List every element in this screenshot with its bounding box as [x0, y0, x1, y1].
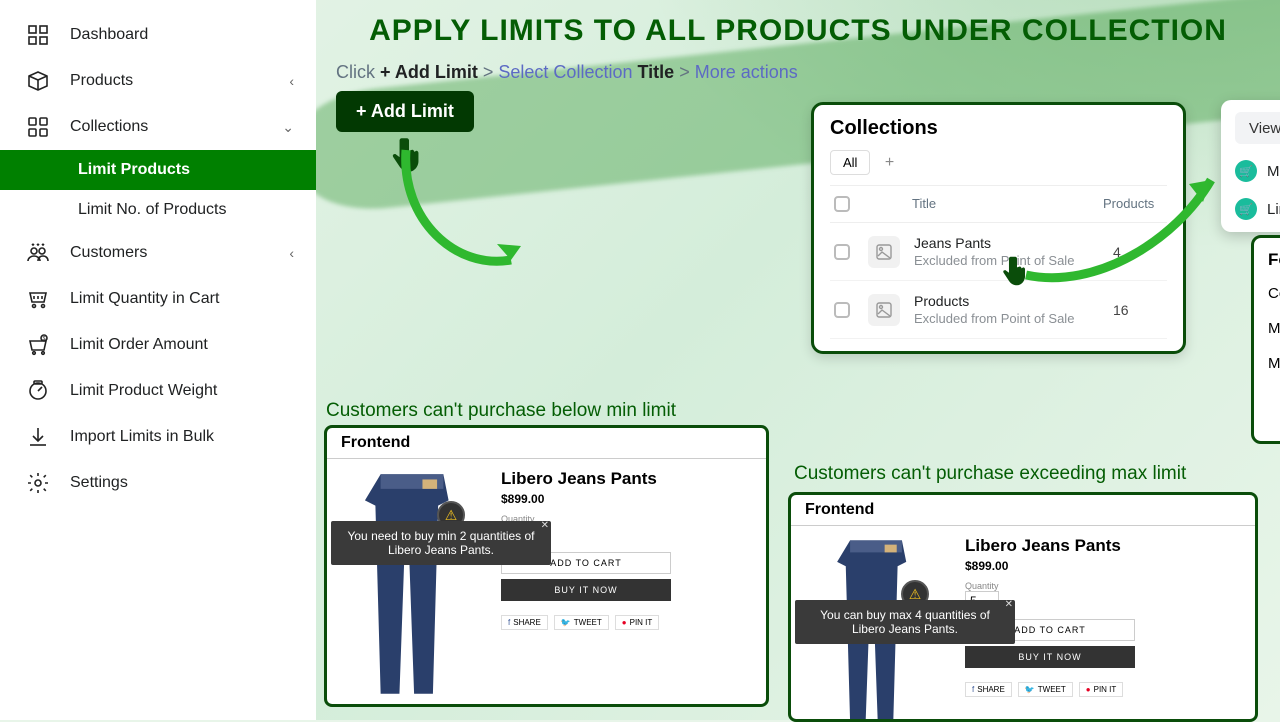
download-icon — [22, 425, 54, 449]
row-name: Jeans Pants — [914, 235, 1113, 251]
table-row[interactable]: Products Excluded from Point of Sale 16 — [830, 281, 1167, 339]
column-title: Title — [912, 196, 1103, 212]
row-sub: Excluded from Point of Sale — [914, 311, 1113, 326]
sidebar-item-import[interactable]: Import Limits in Bulk — [0, 414, 316, 460]
share-button[interactable]: fSHARE — [501, 615, 548, 630]
add-limit-button[interactable]: + Add Limit — [336, 91, 474, 132]
sidebar-item-label: Import Limits in Bulk — [70, 428, 214, 446]
panel-title: Collections — [830, 117, 1167, 140]
frontend-panel-min: Frontend You need to buy min 2 quantitie… — [324, 425, 769, 707]
sidebar-item-label: Customers — [70, 244, 147, 262]
tweet-button[interactable]: 🐦TWEET — [1018, 682, 1073, 697]
frontend-panel-max: Frontend You can buy max 4 quantities of… — [788, 492, 1258, 722]
collections-panel: Collections All + Title Products Jeans P… — [811, 102, 1186, 354]
grid-icon — [22, 115, 54, 139]
max-limit-label: Max Limit — [1268, 355, 1280, 372]
breadcrumb: Click + Add Limit > Select Collection Ti… — [336, 62, 1260, 83]
product-name: Libero Jeans Pants — [965, 536, 1245, 556]
sidebar-item-label: Limit Quantity in Cart — [70, 290, 219, 308]
sidebar-item-limit-no-products[interactable]: Limit No. of Products — [0, 190, 316, 230]
pointer-icon — [388, 134, 430, 176]
sidebar-item-label: Products — [70, 72, 133, 90]
close-icon[interactable]: ✕ — [541, 520, 549, 531]
product-name: Libero Jeans Pants — [501, 469, 756, 489]
pointer-icon — [999, 253, 1035, 289]
frontend-title: Frontend — [327, 428, 766, 459]
select-all-checkbox[interactable] — [834, 196, 850, 212]
pin-button[interactable]: ●PIN IT — [615, 615, 660, 630]
sidebar: Dashboard Products ‹ Collections ⌄ Limit… — [0, 0, 316, 720]
buy-now-button[interactable]: BUY IT NOW — [501, 579, 671, 601]
weight-icon — [22, 379, 54, 403]
actions-popup: View More actions ⌄ 🛒 Min Max Qty for Pr… — [1221, 100, 1280, 232]
pin-button[interactable]: ●PIN IT — [1079, 682, 1124, 697]
sidebar-item-settings[interactable]: Settings — [0, 460, 316, 506]
app-icon: 🛒 — [1235, 198, 1257, 220]
sidebar-item-label: Limit Products — [78, 161, 190, 179]
chevron-right-icon: ‹ — [289, 245, 294, 261]
product-price: $899.00 — [501, 492, 756, 506]
action-min-max-qty[interactable]: 🛒 Min Max Qty for Products — [1235, 160, 1280, 182]
sidebar-item-label: Collections — [70, 118, 148, 136]
cart-icon — [22, 287, 54, 311]
add-tab-button[interactable]: + — [885, 154, 894, 171]
column-products: Products — [1103, 196, 1163, 212]
toast-min: You need to buy min 2 quantities of Libe… — [331, 521, 551, 565]
sidebar-item-limit-weight[interactable]: Limit Product Weight — [0, 368, 316, 414]
form-heading: For collection ⟶ Jeans Pants — [1268, 250, 1280, 270]
chevron-right-icon: ‹ — [289, 73, 294, 89]
view-button[interactable]: View — [1235, 112, 1280, 144]
svg-text:$: $ — [43, 336, 46, 342]
box-icon — [22, 69, 54, 93]
app-icon: 🛒 — [1235, 160, 1257, 182]
frontend-title: Frontend — [791, 495, 1255, 526]
row-name: Products — [914, 293, 1113, 309]
users-icon — [22, 241, 54, 265]
tab-all[interactable]: All — [830, 150, 870, 175]
collection-label: Collection — [1268, 285, 1280, 302]
page-title: APPLY LIMITS TO ALL PRODUCTS UNDER COLLE… — [336, 14, 1260, 48]
buy-now-button[interactable]: BUY IT NOW — [965, 646, 1135, 668]
note-max: Customers can't purchase exceeding max l… — [794, 463, 1186, 485]
sidebar-item-collections[interactable]: Collections ⌄ — [0, 104, 316, 150]
limit-form: For collection ⟶ Jeans Pants Collection … — [1251, 235, 1280, 444]
money-cart-icon: $ — [22, 333, 54, 357]
sidebar-item-label: Dashboard — [70, 26, 148, 44]
chevron-down-icon: ⌄ — [282, 119, 294, 136]
dashboard-icon — [22, 23, 54, 47]
image-icon — [868, 294, 900, 326]
share-button[interactable]: fSHARE — [965, 682, 1012, 697]
sidebar-item-limit-products[interactable]: Limit Products — [0, 150, 316, 190]
row-checkbox[interactable] — [834, 302, 850, 318]
toast-max: You can buy max 4 quantities of Libero J… — [795, 600, 1015, 644]
gear-icon — [22, 471, 54, 495]
main-content: APPLY LIMITS TO ALL PRODUCTS UNDER COLLE… — [316, 0, 1280, 720]
row-count: 16 — [1113, 302, 1163, 318]
min-limit-label: Min Limit — [1268, 320, 1280, 337]
product-image — [337, 469, 487, 699]
row-checkbox[interactable] — [834, 244, 850, 260]
note-min: Customers can't purchase below min limit — [326, 400, 676, 422]
tweet-button[interactable]: 🐦TWEET — [554, 615, 609, 630]
sidebar-item-products[interactable]: Products ‹ — [0, 58, 316, 104]
sidebar-item-customers[interactable]: Customers ‹ — [0, 230, 316, 276]
row-count: 4 — [1113, 244, 1163, 260]
product-price: $899.00 — [965, 559, 1245, 573]
close-icon[interactable]: ✕ — [1005, 599, 1013, 610]
image-icon — [868, 236, 900, 268]
sidebar-item-label: Limit No. of Products — [78, 201, 227, 219]
sidebar-item-limit-order-amount[interactable]: $ Limit Order Amount — [0, 322, 316, 368]
action-limit-collection[interactable]: 🛒 Limit Collection Products — [1235, 198, 1280, 220]
sidebar-item-label: Limit Product Weight — [70, 382, 217, 400]
qty-label: Quantity — [965, 581, 1245, 591]
sidebar-item-limit-qty-cart[interactable]: Limit Quantity in Cart — [0, 276, 316, 322]
sidebar-item-label: Limit Order Amount — [70, 336, 208, 354]
sidebar-item-dashboard[interactable]: Dashboard — [0, 12, 316, 58]
sidebar-item-label: Settings — [70, 474, 128, 492]
